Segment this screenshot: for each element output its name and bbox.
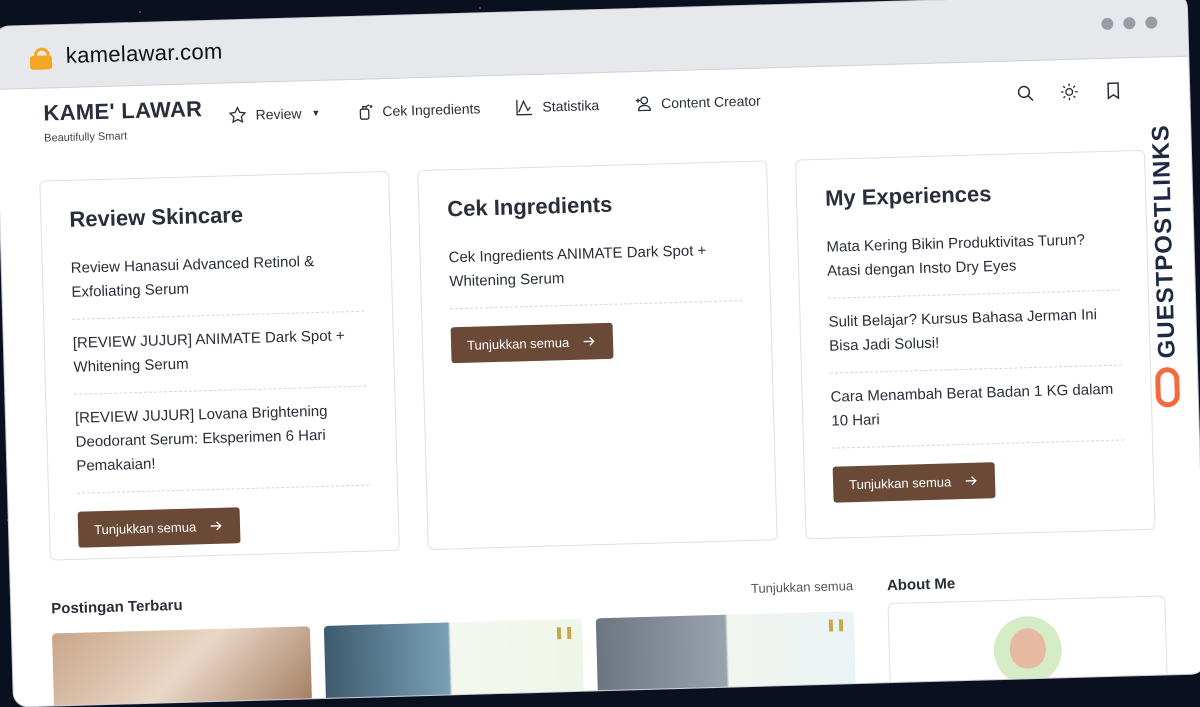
url-text[interactable]: kamelawar.com	[65, 39, 222, 69]
show-all-button[interactable]: Tunjukkan semua	[832, 462, 996, 503]
button-label: Tunjukkan semua	[848, 473, 952, 492]
pause-icon[interactable]: ❚❚	[826, 617, 846, 632]
nav-item-label: Content Creator	[660, 92, 761, 112]
post-link[interactable]: [REVIEW JUJUR] Lovana Brightening Deodor…	[74, 386, 369, 494]
nav-item-cek-ingredients[interactable]: Cek Ingredients	[354, 98, 481, 122]
about-title: About Me	[886, 575, 956, 595]
caret-down-icon: ▼	[311, 107, 321, 119]
nav-item-label: Statistika	[542, 97, 600, 115]
site-tagline: Beautifully Smart	[43, 130, 128, 145]
nav-item-statistika[interactable]: Statistika	[514, 95, 599, 117]
post-link[interactable]: Cek Ingredients ANIMATE Dark Spot + Whit…	[448, 228, 742, 310]
window-controls	[1101, 16, 1158, 30]
post-link[interactable]: Cara Menambah Berat Badan 1 KG dalam 10 …	[830, 365, 1125, 449]
card-title[interactable]: Cek Ingredients	[447, 188, 740, 222]
arrow-right-icon	[583, 336, 595, 346]
post-thumbnail[interactable]: ❚❚	[323, 618, 585, 706]
show-all-button[interactable]: Tunjukkan semua	[450, 322, 614, 364]
header-tools	[1015, 80, 1124, 103]
search-icon[interactable]	[1015, 83, 1036, 104]
lock-icon	[29, 47, 53, 70]
main-menu: Review ▼ Cek Ingredients Statistika Cont…	[227, 91, 761, 126]
button-label: Tunjukkan semua	[466, 334, 570, 353]
post-link[interactable]: Mata Kering Bikin Produktivitas Turun? A…	[825, 217, 1120, 299]
watermark-text: GUESTPOSTLINKS	[1147, 123, 1181, 359]
window-dot-icon[interactable]	[1123, 17, 1136, 30]
chart-icon	[515, 99, 533, 116]
arrow-right-icon	[965, 476, 977, 486]
arrow-right-icon	[210, 521, 222, 531]
nav-item-label: Review	[255, 105, 302, 123]
spray-bottle-icon	[359, 104, 373, 120]
pause-icon[interactable]: ❚❚	[554, 625, 574, 640]
window-dot-icon[interactable]	[1145, 16, 1158, 29]
avatar	[992, 615, 1063, 686]
card-title[interactable]: Review Skincare	[69, 199, 362, 233]
site-brand[interactable]: KAME' LAWAR Beautifully Smart	[43, 96, 203, 144]
page-content: KAME' LAWAR Beautifully Smart Review ▼ C…	[0, 57, 1200, 707]
post-link[interactable]: Sulit Belajar? Kursus Bahasa Jerman Ini …	[827, 290, 1122, 374]
card-title[interactable]: My Experiences	[825, 178, 1118, 212]
category-cards: Review Skincare Review Hanasui Advanced …	[39, 149, 1161, 561]
see-all-link[interactable]: Tunjukkan semua	[751, 578, 854, 596]
button-label: Tunjukkan semua	[93, 518, 197, 537]
nav-item-content-creator[interactable]: Content Creator	[633, 91, 761, 115]
post-link[interactable]: Review Hanasui Advanced Retinol & Exfoli…	[70, 238, 365, 320]
post-thumbnail[interactable]: ❚❚	[595, 611, 856, 699]
add-user-icon	[635, 96, 651, 112]
link-logo-icon	[1154, 366, 1181, 408]
sun-icon[interactable]	[1059, 82, 1080, 103]
star-icon	[228, 106, 247, 124]
nav-item-label: Cek Ingredients	[382, 100, 481, 120]
card-my-experiences: My Experiences Mata Kering Bikin Produkt…	[795, 149, 1156, 540]
about-card	[887, 595, 1169, 707]
card-cek-ingredients: Cek Ingredients Cek Ingredients ANIMATE …	[417, 160, 778, 551]
show-all-button[interactable]: Tunjukkan semua	[77, 507, 241, 548]
browser-window: kamelawar.com KAME' LAWAR Beautifully Sm…	[0, 0, 1200, 707]
bookmark-icon[interactable]	[1103, 80, 1124, 101]
nav-item-review[interactable]: Review ▼	[227, 103, 321, 126]
post-link[interactable]: [REVIEW JUJUR] ANIMATE Dark Spot + White…	[72, 311, 367, 395]
card-review-skincare: Review Skincare Review Hanasui Advanced …	[39, 170, 400, 561]
latest-section: Postingan Terbaru Tunjukkan semua About …	[51, 569, 1169, 707]
site-name[interactable]: KAME' LAWAR	[43, 96, 203, 126]
window-dot-icon[interactable]	[1101, 17, 1114, 30]
watermark: GUESTPOSTLINKS	[1146, 117, 1188, 418]
post-thumbnail[interactable]	[51, 626, 313, 707]
